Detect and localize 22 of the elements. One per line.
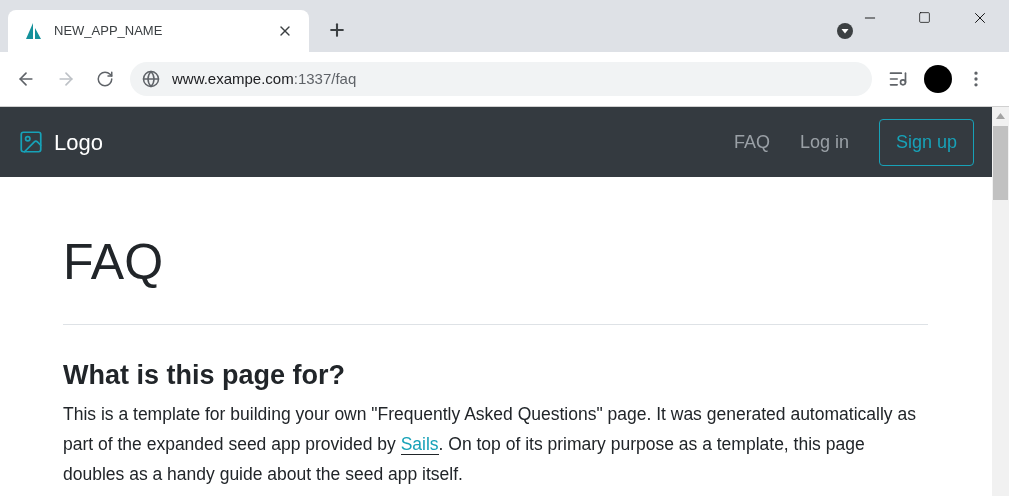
scroll-thumb[interactable] (993, 126, 1008, 200)
section-paragraph: This is a template for building your own "Frequently Asked Questions" page. It was generated automatically as part of the expanded seed app provided by Sails. On top of its primary purpose as a template, this page doubles as a handy guide about the seed app itself. (63, 403, 917, 487)
reload-icon[interactable] (96, 70, 114, 88)
address-bar[interactable]: www.exampe.com:1337/faq (130, 62, 872, 96)
sails-link[interactable]: Sails (400, 434, 439, 456)
tab-title: NEW_APP_NAME (54, 22, 164, 41)
logo-text[interactable]: Logo (54, 125, 103, 159)
new-tab-icon[interactable] (327, 20, 347, 40)
profile-avatar[interactable] (924, 65, 952, 93)
sign-up-button[interactable]: Sign up (878, 118, 974, 166)
url-text: www.exampe.com:1337/faq (172, 68, 357, 89)
section-heading: What is this page for? (63, 359, 346, 392)
image-icon (18, 129, 44, 155)
nav-link[interactable]: FAQ (733, 128, 770, 156)
page-title: FAQ (63, 237, 165, 287)
media-icon[interactable] (888, 69, 908, 89)
globe-icon (142, 70, 160, 88)
browser-tab[interactable]: NEW_APP_NAME (8, 10, 309, 52)
dropdown-icon[interactable] (836, 22, 854, 40)
sailboat-icon (24, 22, 42, 40)
nav-link[interactable]: Log in (799, 128, 849, 156)
maximize-icon[interactable] (918, 11, 931, 24)
